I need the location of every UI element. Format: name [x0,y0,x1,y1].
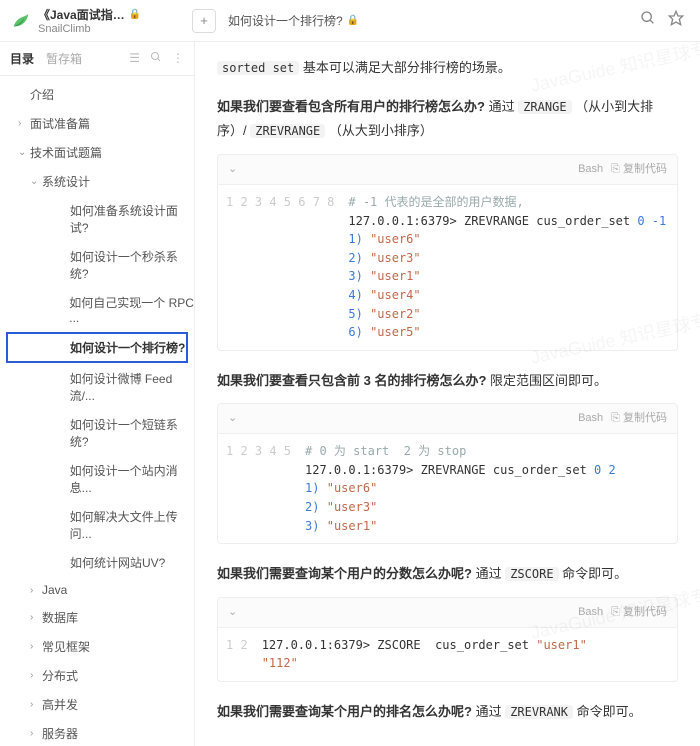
code-lang: Bash [578,602,603,623]
copy-button[interactable]: ⎘ 复制代码 [611,408,667,429]
chevron-icon: › [30,641,38,652]
section-heading: 如果我们需要查询某个用户的排名怎么办呢? 通过 ZREVRANK 命令即可。 [217,700,678,725]
inline-code: sorted set [217,61,299,75]
tab-stash[interactable]: 暂存箱 [46,50,82,67]
nav-item[interactable]: 如何解决大文件上传问... [0,502,194,548]
code-lines: # 0 为 start 2 为 stop 127.0.0.1:6379> ZRE… [305,442,616,535]
nav-item[interactable]: 如何设计一个站内消息... [0,456,194,502]
book-title: 《Java面试指… [38,6,125,23]
code-block: ⌄ Bash ⎘ 复制代码 1 2 127.0.0.1:6379> ZSCORE cu… [217,597,678,682]
search-icon[interactable] [634,10,662,31]
nav-item[interactable]: 如何设计一个秒杀系统? [0,242,194,288]
more-icon[interactable]: ⋮ [172,51,184,66]
code-block: ⌄ Bash ⎘ 复制代码 1 2 3 4 5 6 7 8 # -1 代表的是全部的用… [217,154,678,351]
inline-code: ZREVRANK [505,705,573,719]
lock-icon: 🔒 [347,15,359,26]
nav-item[interactable]: ›常见框架 [0,632,194,661]
chevron-icon: › [30,670,38,681]
section-heading: 如果我们要查看只包含前 3 名的排行榜怎么办? 限定范围区间即可。 [217,369,678,394]
nav-item[interactable]: ⌄系统设计 [0,167,194,196]
search-small-icon[interactable] [150,51,162,66]
list-icon[interactable]: ☰ [129,51,140,66]
code-lines: 127.0.0.1:6379> ZSCORE cus_order_set "us… [262,636,587,673]
inline-code: ZSCORE [505,567,558,581]
copy-button[interactable]: ⎘ 复制代码 [611,602,667,623]
code-lines: # -1 代表的是全部的用户数据, 127.0.0.1:6379> ZREVRA… [348,193,666,342]
nav-item[interactable]: 如何自己实现一个 RPC ... [0,288,194,331]
nav-item[interactable]: ›高并发 [0,690,194,719]
inline-code: ZRANGE [518,100,571,114]
add-tab-button[interactable]: + [192,9,216,33]
chevron-icon: › [30,612,38,623]
chevron-icon: ⌄ [18,147,26,158]
nav-item[interactable]: ›数据库 [0,603,194,632]
nav-item[interactable]: 如何设计一个短链系统? [0,410,194,456]
star-icon[interactable] [662,10,690,31]
nav-item[interactable]: 如何准备系统设计面试? [0,196,194,242]
book-info: 《Java面试指… 🔒 SnailClimb [38,6,188,35]
chevron-icon: › [30,699,38,710]
breadcrumb-title: 如何设计一个排行榜? [228,12,343,29]
nav-item[interactable]: ›分布式 [0,661,194,690]
lock-icon: 🔒 [129,9,141,20]
copy-button[interactable]: ⎘ 复制代码 [611,159,667,180]
collapse-icon[interactable]: ⌄ [228,159,237,180]
section-heading: 如果我们需要查询某个用户的分数怎么办呢? 通过 ZSCORE 命令即可。 [217,562,678,587]
paragraph: sorted set 基本可以满足大部分排行榜的场景。 [217,56,678,81]
line-numbers: 1 2 [218,636,262,673]
book-author: SnailClimb [38,23,188,35]
code-lang: Bash [578,408,603,429]
chevron-icon: ⌄ [30,176,38,187]
inline-code: ZREVRANGE [250,124,325,138]
nav-item[interactable]: 如何设计微博 Feed 流/... [0,364,194,410]
nav-item[interactable]: 如何统计网站UV? [0,548,194,577]
tab-toc[interactable]: 目录 [10,50,34,67]
nav-item[interactable]: ›Java [0,577,194,603]
nav-item[interactable]: ›面试准备篇 [0,109,194,138]
nav-item[interactable]: 如何设计一个排行榜? [6,332,188,363]
collapse-icon[interactable]: ⌄ [228,602,237,623]
chevron-icon: › [18,118,26,129]
line-numbers: 1 2 3 4 5 [218,442,305,535]
chevron-icon: › [30,728,38,739]
nav-item[interactable]: ›服务器 [0,719,194,746]
collapse-icon[interactable]: ⌄ [228,408,237,429]
code-block: ⌄ Bash ⎘ 复制代码 1 2 3 4 5 # 0 为 start 2 为 sto… [217,403,678,544]
section-heading: 如果我们要查看包含所有用户的排行榜怎么办? 通过 ZRANGE （从小到大排序）… [217,95,678,144]
app-logo-icon [10,10,32,32]
code-lang: Bash [578,159,603,180]
line-numbers: 1 2 3 4 5 6 7 8 [218,193,348,342]
chevron-icon: › [30,585,38,596]
nav-item[interactable]: 介绍 [0,80,194,109]
nav-item[interactable]: ⌄技术面试题篇 [0,138,194,167]
